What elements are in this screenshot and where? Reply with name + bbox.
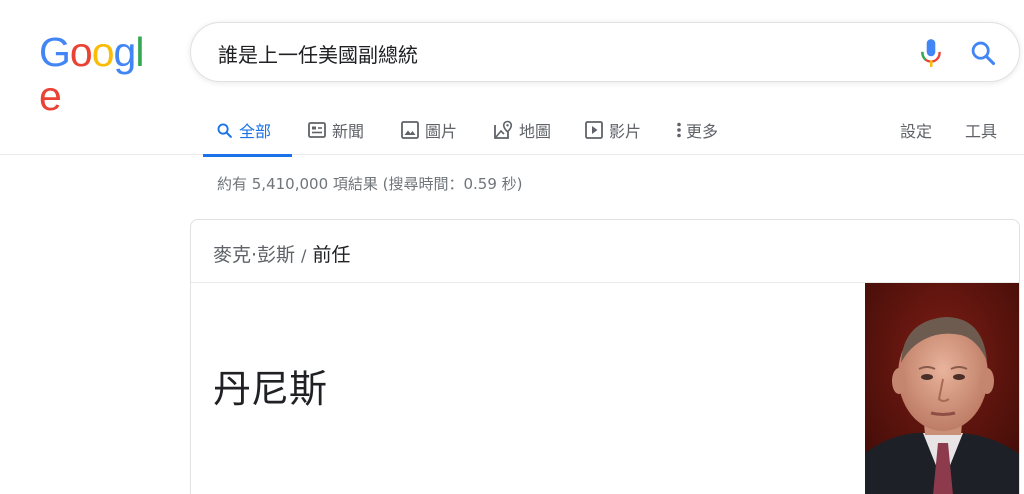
- portrait-image[interactable]: [865, 283, 1019, 494]
- map-icon: [493, 120, 513, 140]
- logo-letter: o: [69, 29, 93, 75]
- tab-maps[interactable]: 地圖: [493, 105, 551, 155]
- tab-news[interactable]: 新聞: [308, 105, 364, 155]
- breadcrumb-relation: 前任: [312, 244, 351, 266]
- knowledge-card: 麥克·彭斯 / 前任 丹尼斯: [190, 219, 1020, 494]
- tab-label: 新聞: [332, 122, 365, 141]
- image-icon: [401, 121, 419, 139]
- tab-videos[interactable]: 影片: [585, 105, 641, 155]
- search-input[interactable]: 誰是上一任美國副總統: [218, 39, 418, 68]
- search-icon: [216, 122, 233, 139]
- tab-label: 更多: [686, 122, 719, 141]
- tab-label: 圖片: [425, 122, 458, 141]
- tab-images[interactable]: 圖片: [401, 105, 457, 155]
- answer-title: 丹尼斯: [213, 367, 328, 411]
- search-tabs: 全部 新聞 圖片 地圖 影片 更多 設定 工具: [0, 105, 1024, 157]
- logo-letter: o: [91, 29, 115, 75]
- more-vert-icon: [676, 121, 682, 139]
- breadcrumb-separator: /: [301, 246, 307, 265]
- google-logo[interactable]: Google: [39, 29, 159, 118]
- settings-button[interactable]: 設定: [900, 105, 932, 155]
- mic-icon[interactable]: [918, 38, 944, 68]
- tab-label: 地圖: [519, 122, 552, 141]
- tab-all[interactable]: 全部: [203, 105, 292, 157]
- logo-letter: l: [135, 29, 144, 75]
- tools-button[interactable]: 工具: [965, 105, 997, 155]
- news-icon: [308, 122, 326, 138]
- logo-letter: g: [113, 29, 137, 75]
- tab-more[interactable]: 更多: [676, 105, 718, 155]
- tab-label: 影片: [609, 122, 642, 141]
- search-icon[interactable]: [969, 39, 997, 67]
- search-box[interactable]: 誰是上一任美國副總統: [190, 22, 1020, 82]
- logo-letter: G: [39, 29, 71, 75]
- breadcrumb-subject[interactable]: 麥克·彭斯: [213, 244, 295, 266]
- tab-label: 全部: [239, 122, 272, 141]
- breadcrumb: 麥克·彭斯 / 前任: [213, 240, 350, 267]
- result-stats: 約有 5,410,000 項結果 (搜尋時間：0.59 秒): [217, 175, 523, 193]
- video-icon: [585, 121, 603, 139]
